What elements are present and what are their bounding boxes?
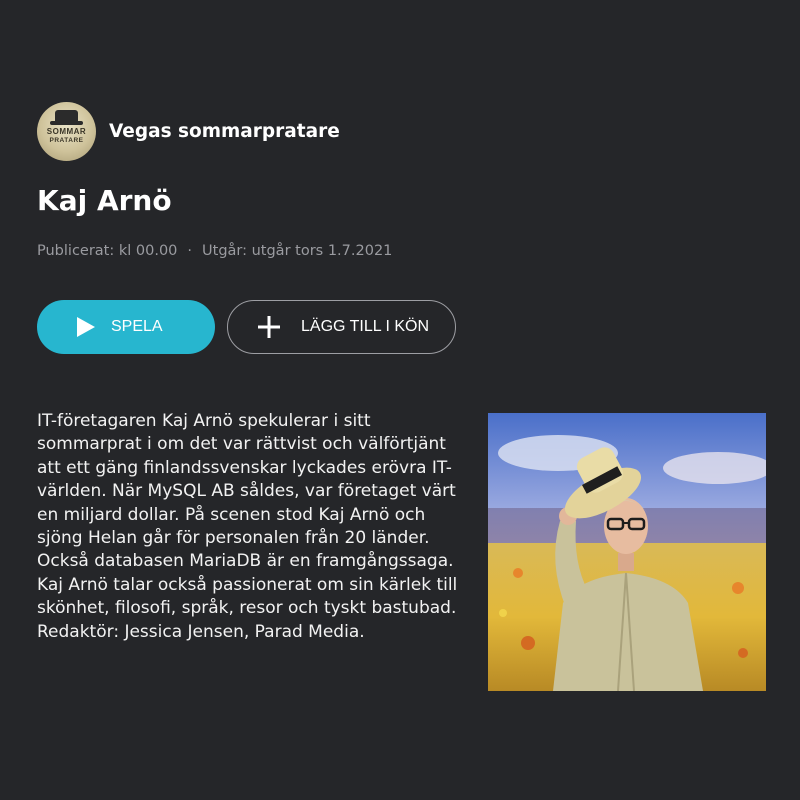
plus-icon	[258, 316, 280, 338]
editor-credit: Redaktör: Jessica Jensen, Parad Media.	[37, 621, 365, 642]
play-icon	[77, 317, 95, 337]
add-to-queue-button[interactable]: LÄGG TILL I KÖN	[227, 300, 456, 354]
episode-image	[488, 413, 766, 691]
logo-text-line1: SOMMAR	[46, 127, 87, 136]
play-button-label: SPELA	[111, 318, 163, 335]
program-header: SOMMAR PRATARE Vegas sommarpratare	[37, 102, 340, 161]
logo-text-line2: PRATARE	[49, 137, 84, 144]
play-button[interactable]: SPELA	[37, 300, 215, 354]
hat-brim-icon	[50, 121, 83, 125]
episode-meta: Publicerat: kl 00.00 · Utgår: utgår tors…	[37, 243, 392, 259]
program-logo-avatar[interactable]: SOMMAR PRATARE	[37, 102, 96, 161]
program-name-link[interactable]: Vegas sommarpratare	[109, 121, 340, 142]
expiry-date: Utgår: utgår tors 1.7.2021	[202, 243, 393, 259]
episode-title: Kaj Arnö	[37, 184, 172, 217]
speaker-photo	[488, 413, 766, 691]
description-text: IT-företagaren Kaj Arnö spekulerar i sit…	[37, 411, 458, 619]
published-time: Publicerat: kl 00.00	[37, 243, 178, 259]
add-to-queue-label: LÄGG TILL I KÖN	[301, 318, 430, 335]
meta-separator: ·	[187, 243, 193, 259]
episode-description: IT-företagaren Kaj Arnö spekulerar i sit…	[37, 410, 472, 644]
